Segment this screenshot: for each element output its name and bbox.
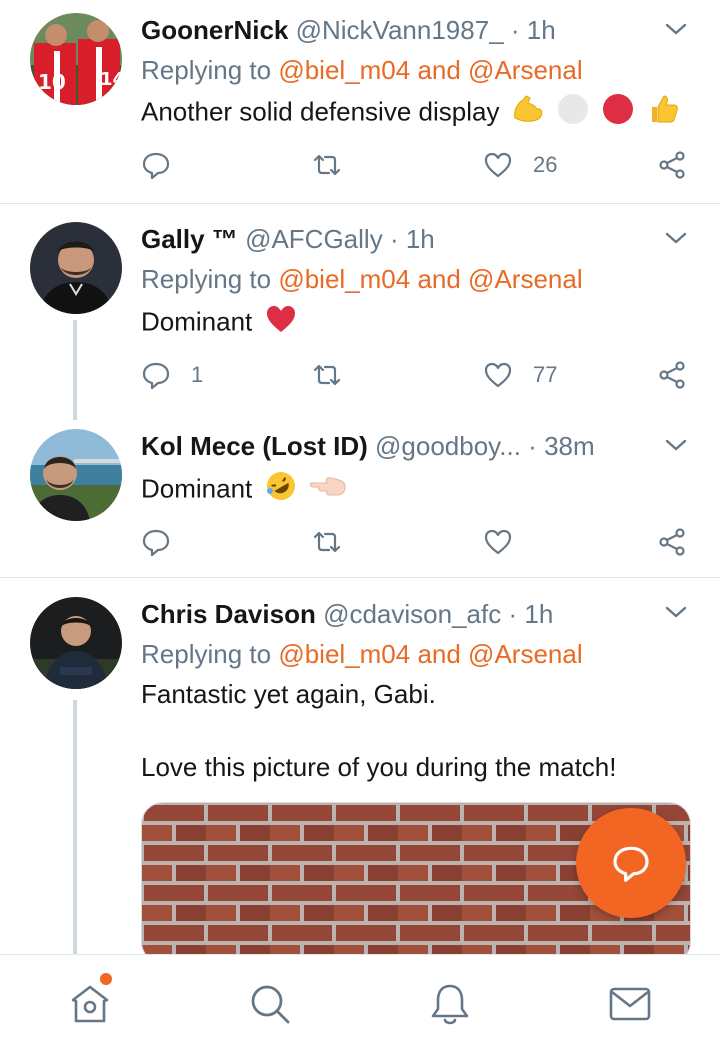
chevron-down-icon[interactable] [664, 17, 688, 41]
nav-notifications[interactable] [427, 981, 473, 1027]
author-handle[interactable]: @goodboy... [375, 431, 521, 461]
like-button[interactable]: 26 [483, 148, 557, 182]
share-icon [659, 528, 685, 556]
white-circle-icon [556, 92, 590, 135]
author-handle[interactable]: @cdavison_afc [323, 599, 501, 629]
tweet-text: Dominant [141, 469, 347, 512]
bottom-nav [0, 954, 720, 1055]
pointing-left-hand-icon [309, 469, 347, 512]
compose-reply-icon [613, 846, 649, 882]
svg-text:14: 14 [100, 69, 122, 90]
author-name[interactable]: Chris Davison [141, 599, 316, 629]
dot-separator: · [510, 15, 520, 45]
tweet-text-line-2: Love this picture of you during the matc… [141, 752, 617, 782]
dot-separator: · [528, 431, 537, 461]
search-icon [251, 985, 290, 1024]
timestamp: 38m [544, 431, 595, 461]
replying-mentions[interactable]: @biel_m04 and @Arsenal [278, 55, 582, 85]
svg-text:10: 10 [38, 70, 66, 94]
thumbs-up-icon [646, 92, 680, 135]
red-heart-icon [264, 302, 298, 345]
author-name[interactable]: Kol Mece (Lost ID) [141, 431, 368, 461]
share-button[interactable] [657, 148, 687, 182]
replying-mentions[interactable]: @biel_m04 and @Arsenal [278, 639, 582, 669]
author-handle[interactable]: @AFCGally [245, 224, 383, 254]
avatar[interactable] [30, 222, 122, 314]
chevron-down-icon[interactable] [664, 600, 688, 624]
avatar[interactable] [30, 597, 122, 689]
retweet-button[interactable] [312, 525, 342, 559]
tweet-text-content: Another solid defensive display [141, 96, 500, 127]
reply-button[interactable] [141, 148, 191, 182]
like-count: 77 [533, 362, 558, 387]
timestamp: 1h [526, 15, 556, 45]
author-name[interactable]: GoonerNick [141, 15, 288, 45]
replying-mentions[interactable]: @biel_m04 and @Arsenal [278, 264, 582, 294]
reply-count: 1 [191, 362, 204, 387]
replying-to: Replying to @biel_m04 and @Arsenal [141, 637, 583, 671]
nav-home[interactable] [67, 981, 113, 1027]
chevron-down-icon[interactable] [664, 226, 688, 250]
tweet-3[interactable]: Kol Mece (Lost ID) @goodboy... · 38m Dom… [0, 412, 720, 577]
reply-button[interactable] [141, 525, 191, 559]
reply-button[interactable]: 1 [141, 358, 203, 392]
retweet-button[interactable] [312, 358, 342, 392]
home-icon [71, 985, 109, 1023]
thread-line [73, 700, 77, 954]
timestamp: 1h [524, 599, 554, 629]
thread-line [73, 320, 77, 420]
notifications-icon [431, 984, 469, 1025]
rolling-on-floor-laughing-icon [264, 469, 298, 512]
messages-icon [609, 987, 651, 1021]
notification-dot [100, 973, 112, 985]
heart-icon [484, 529, 512, 555]
retweet-icon [313, 531, 341, 553]
author-handle[interactable]: @NickVann1987_ [296, 15, 504, 45]
dot-separator: · [389, 224, 399, 254]
like-button[interactable]: 77 [483, 358, 557, 392]
author-name[interactable]: Gally ™ [141, 224, 238, 254]
share-icon [659, 361, 685, 389]
replying-prefix: Replying to [141, 55, 272, 85]
timestamp: 1h [405, 224, 435, 254]
replying-prefix: Replying to [141, 639, 272, 669]
heart-icon [484, 152, 512, 178]
nav-search[interactable] [247, 981, 293, 1027]
retweet-icon [313, 154, 341, 176]
dot-separator: · [508, 599, 518, 629]
tweet-1[interactable]: 10 14 GoonerNick @NickVann1987_ · 1h Rep… [0, 0, 720, 204]
red-circle-icon [601, 92, 635, 135]
chevron-down-icon[interactable] [664, 433, 688, 457]
retweet-button[interactable] [312, 148, 342, 182]
tweet-text-content: Dominant [141, 306, 253, 337]
share-button[interactable] [657, 358, 687, 392]
heart-icon [484, 362, 512, 388]
share-icon [659, 151, 685, 179]
share-button[interactable] [657, 525, 687, 559]
like-button[interactable] [483, 525, 533, 559]
compose-reply-button[interactable] [576, 808, 686, 918]
tweet-text: Another solid defensive display [141, 92, 680, 135]
retweet-icon [313, 364, 341, 386]
replying-to: Replying to @biel_m04 and @Arsenal [141, 262, 583, 296]
replying-to: Replying to @biel_m04 and @Arsenal [141, 53, 583, 87]
reply-icon [142, 529, 170, 557]
tweet-text-line-1: Fantastic yet again, Gabi. [141, 679, 436, 709]
replying-prefix: Replying to [141, 264, 272, 294]
like-count: 26 [533, 152, 558, 177]
tweet-text: Dominant [141, 302, 298, 345]
tweet-2[interactable]: Gally ™ @AFCGally · 1h Replying to @biel… [0, 204, 720, 420]
avatar[interactable]: 10 14 [30, 13, 122, 105]
tweet-text-content: Dominant [141, 473, 253, 504]
reply-icon [142, 362, 170, 390]
flexed-biceps-icon [511, 92, 545, 135]
reply-icon [142, 152, 170, 180]
nav-messages[interactable] [607, 981, 653, 1027]
avatar[interactable] [30, 429, 122, 521]
